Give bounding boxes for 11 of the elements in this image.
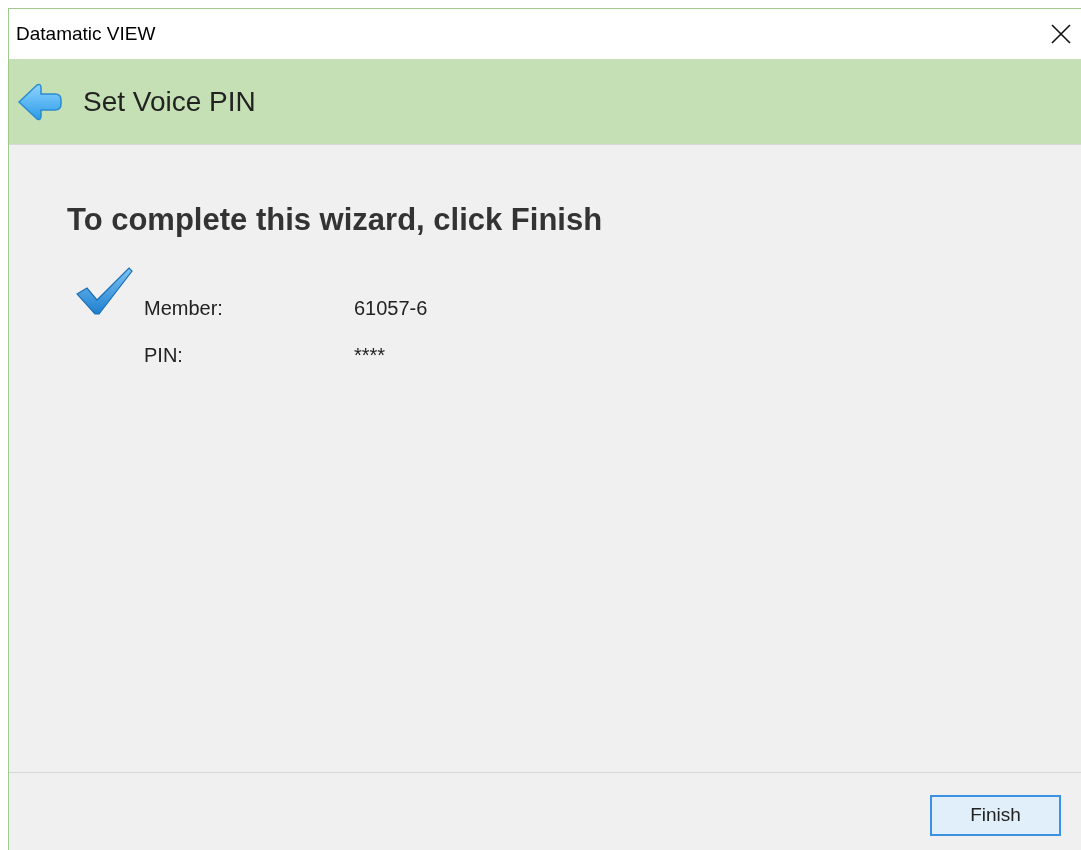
back-arrow-icon[interactable] <box>17 81 63 122</box>
close-icon[interactable] <box>1051 24 1071 44</box>
field-value: **** <box>354 342 386 367</box>
field-label: PIN: <box>144 342 184 367</box>
finish-button[interactable]: Finish <box>930 795 1061 836</box>
field-value: 61057-6 <box>354 295 428 320</box>
field-label: Member: <box>144 295 224 320</box>
wizard-heading: To complete this wizard, click Finish <box>67 201 604 239</box>
checkmark-icon <box>75 265 133 316</box>
header-title: Set Voice PIN <box>83 84 256 119</box>
window-title: Datamatic VIEW <box>16 21 156 46</box>
